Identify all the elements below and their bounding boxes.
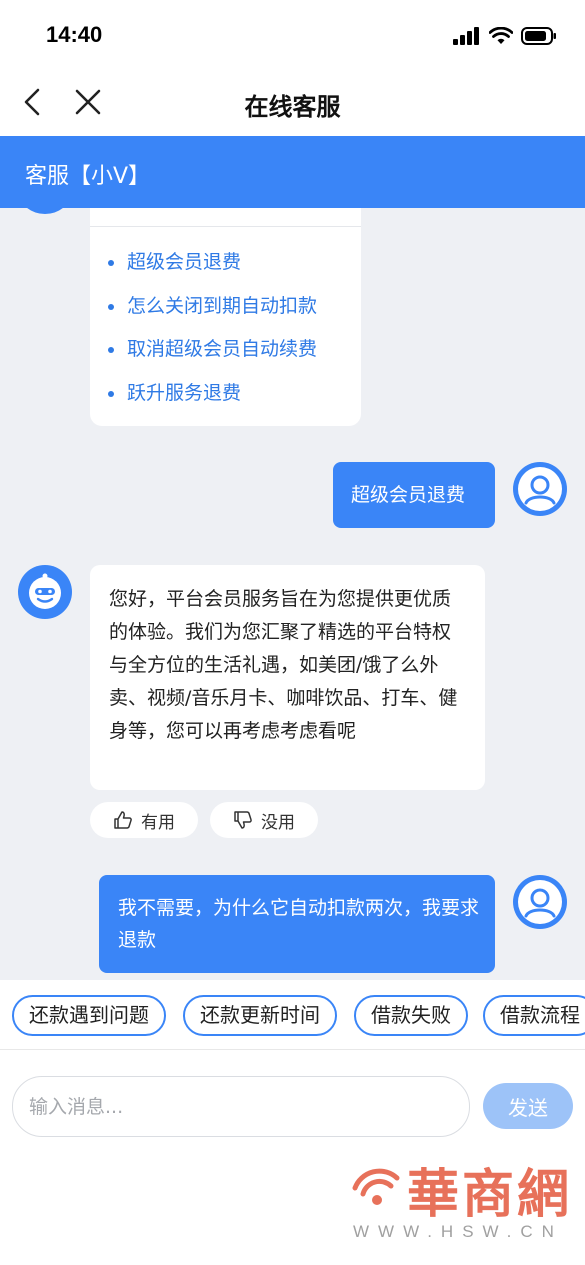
user-message-text: 超级会员退费 — [351, 484, 466, 506]
faq-divider — [90, 226, 361, 227]
watermark-domain: WWW.HSW.CN — [353, 1222, 563, 1241]
nav-bar: 在线客服 — [0, 72, 585, 136]
faq-link[interactable]: 超级会员退费 — [108, 244, 317, 288]
thumbs-up-icon — [114, 811, 132, 829]
useless-label: 没用 — [261, 812, 295, 833]
watermark-logo: 華商網 WWW.HSW.CN — [345, 1148, 570, 1248]
robot-icon — [29, 573, 61, 609]
bot-avatar-partial — [20, 208, 70, 214]
cellular-signal-icon — [453, 27, 479, 45]
user-avatar — [513, 462, 567, 516]
agent-header: 客服【小V】 — [0, 136, 585, 208]
wifi-logo-icon — [352, 1168, 400, 1205]
faq-list: 超级会员退费 怎么关闭到期自动扣款 取消超级会员自动续费 跃升服务退费 — [108, 244, 317, 418]
useful-button[interactable]: 有用 — [90, 802, 198, 838]
status-icons — [453, 26, 557, 46]
status-time: 14:40 — [46, 22, 103, 47]
quick-reply-chip[interactable]: 还款遇到问题 — [12, 995, 166, 1036]
faq-link[interactable]: 取消超级会员自动续费 — [108, 331, 317, 375]
watermark-brand: 華商網 — [407, 1164, 573, 1225]
bot-avatar — [18, 565, 72, 619]
user-icon — [518, 880, 562, 924]
user-avatar — [513, 875, 567, 929]
user-message-text: 我不需要，为什么它自动扣款两次，我要求退款 — [118, 897, 480, 951]
quick-reply-chip[interactable]: 借款失败 — [354, 995, 468, 1036]
battery-icon — [521, 27, 556, 45]
quick-reply-bar[interactable]: 还款遇到问题 还款更新时间 借款失败 借款流程 — [0, 980, 585, 1050]
faq-link[interactable]: 怎么关闭到期自动扣款 — [108, 288, 317, 332]
status-bar: 14:40 — [0, 0, 585, 72]
agent-name: 客服【小V】 — [25, 164, 151, 189]
user-message-bubble: 超级会员退费 — [333, 462, 495, 528]
thumbs-down-icon — [234, 811, 252, 829]
message-input[interactable] — [12, 1076, 470, 1137]
quick-reply-chip[interactable]: 借款流程 — [483, 995, 585, 1036]
bot-message-bubble: 您好，平台会员服务旨在为您提供更优质的体验。我们为您汇聚了精选的平台特权与全方位… — [90, 565, 485, 790]
useless-button[interactable]: 没用 — [210, 802, 318, 838]
send-button[interactable]: 发送 — [483, 1083, 573, 1129]
chat-area[interactable]: 超级会员退费 怎么关闭到期自动扣款 取消超级会员自动续费 跃升服务退费 超级会员… — [0, 208, 585, 980]
bot-message-text: 您好，平台会员服务旨在为您提供更优质的体验。我们为您汇聚了精选的平台特权与全方位… — [109, 588, 458, 742]
user-icon — [518, 467, 562, 511]
quick-reply-chip[interactable]: 还款更新时间 — [183, 995, 337, 1036]
page-title: 在线客服 — [244, 93, 341, 121]
wifi-icon — [489, 27, 513, 44]
user-message-bubble: 我不需要，为什么它自动扣款两次，我要求退款 — [99, 875, 495, 973]
faq-link[interactable]: 跃升服务退费 — [108, 375, 317, 419]
useful-label: 有用 — [141, 812, 175, 833]
faq-card: 超级会员退费 怎么关闭到期自动扣款 取消超级会员自动续费 跃升服务退费 — [90, 208, 361, 426]
